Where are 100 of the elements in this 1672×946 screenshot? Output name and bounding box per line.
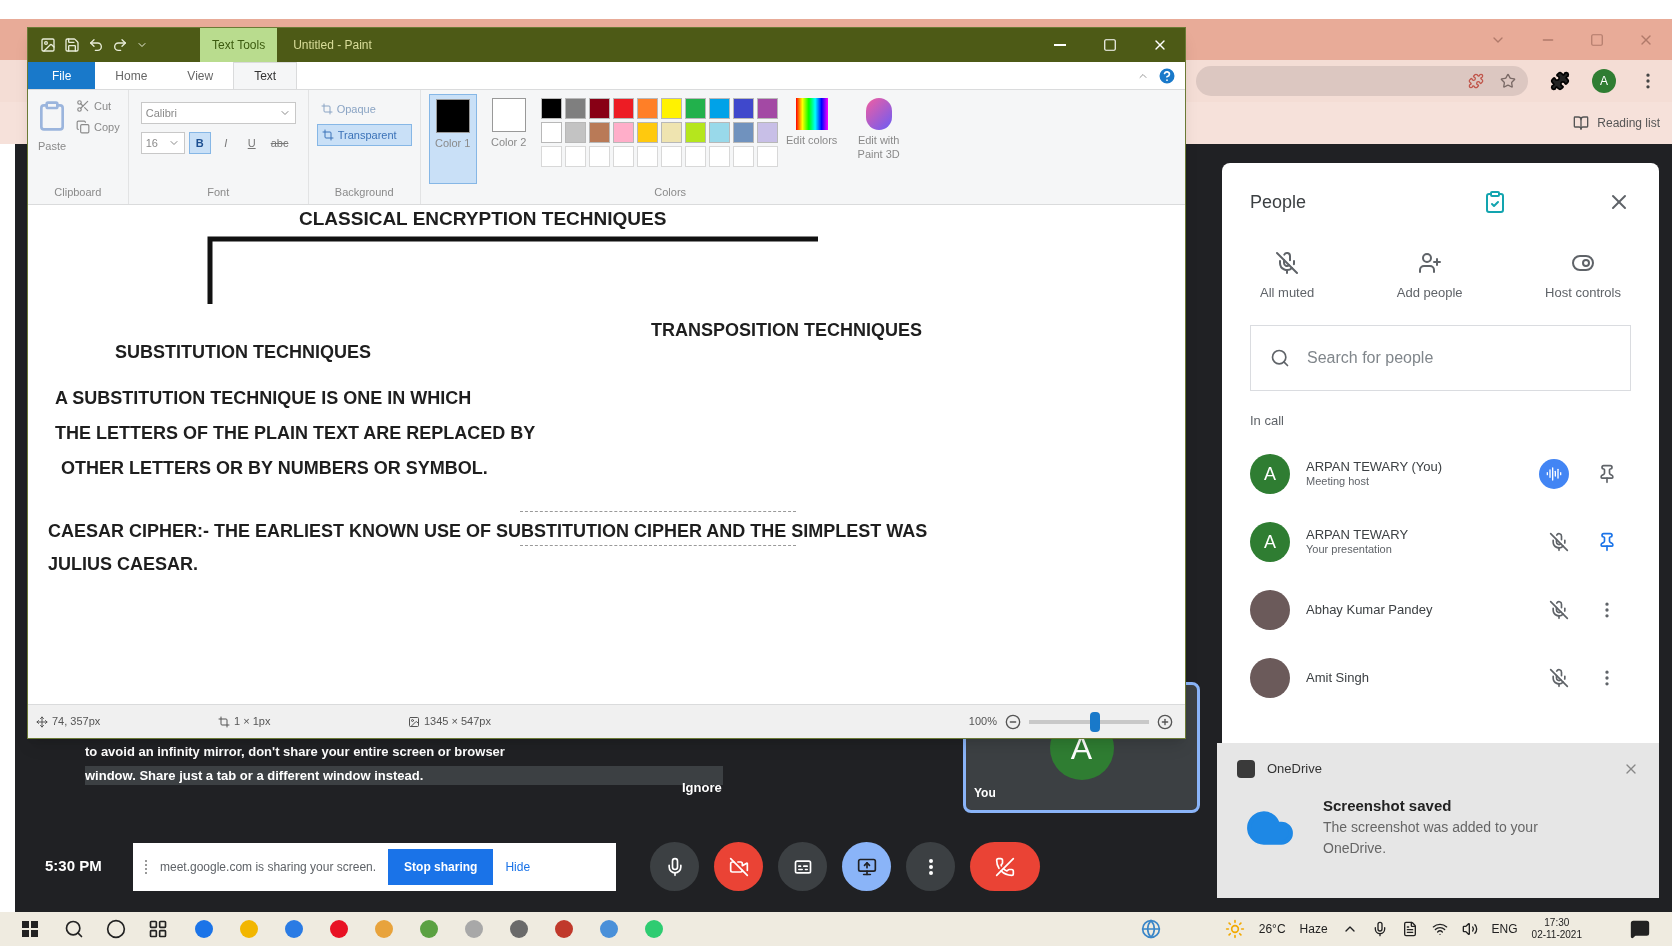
app-icon[interactable] bbox=[465, 920, 483, 938]
palette-swatch[interactable] bbox=[564, 98, 586, 119]
empty-swatch[interactable] bbox=[588, 146, 610, 167]
ribbon-tab[interactable]: View bbox=[167, 62, 234, 89]
start-button[interactable] bbox=[22, 921, 38, 937]
profile-avatar[interactable]: A bbox=[1592, 69, 1616, 93]
pin-icon[interactable] bbox=[1597, 464, 1617, 484]
font-size-dropdown[interactable]: 16 bbox=[140, 132, 185, 154]
paint-3d-button[interactable]: Edit with Paint 3D bbox=[845, 94, 912, 184]
notification-icon[interactable] bbox=[1630, 919, 1650, 939]
help-icon[interactable] bbox=[1157, 65, 1177, 86]
reading-list-button[interactable]: Reading list bbox=[1573, 114, 1660, 132]
ribbon-tab[interactable]: Home bbox=[95, 62, 168, 89]
palette-swatch[interactable] bbox=[756, 98, 778, 119]
palette-swatch[interactable] bbox=[540, 122, 562, 143]
globe-icon[interactable] bbox=[1140, 919, 1161, 939]
checklist-icon[interactable] bbox=[1483, 190, 1507, 214]
leave-icon bbox=[995, 856, 1015, 877]
empty-swatch[interactable] bbox=[564, 146, 586, 167]
extensions-icon[interactable] bbox=[1550, 71, 1570, 91]
canvas[interactable] bbox=[28, 205, 1185, 704]
file-tab[interactable]: File bbox=[28, 62, 96, 89]
people-action-button[interactable]: Add people bbox=[1396, 251, 1463, 303]
empty-swatch[interactable] bbox=[684, 146, 706, 167]
app-icon[interactable] bbox=[285, 920, 303, 938]
palette-swatch[interactable] bbox=[708, 122, 730, 143]
app-icon[interactable] bbox=[600, 920, 618, 938]
avatar-photo-placeholder bbox=[1250, 658, 1290, 698]
font-style-button[interactable]: U bbox=[240, 132, 263, 154]
app-icon[interactable] bbox=[510, 920, 528, 938]
palette-swatch[interactable] bbox=[636, 98, 658, 119]
empty-swatch[interactable] bbox=[708, 146, 730, 167]
palette-swatch[interactable] bbox=[588, 122, 610, 143]
font-style-button[interactable]: I bbox=[214, 132, 237, 154]
undo-icon[interactable] bbox=[88, 37, 104, 53]
palette-swatch[interactable] bbox=[540, 98, 562, 119]
volume-icon[interactable] bbox=[1461, 921, 1478, 937]
save-icon[interactable] bbox=[64, 37, 80, 53]
palette-swatch[interactable] bbox=[612, 122, 634, 143]
palette-swatch[interactable] bbox=[636, 122, 658, 143]
document-icon[interactable] bbox=[1401, 921, 1418, 937]
empty-swatch[interactable] bbox=[732, 146, 754, 167]
ribbon-tab[interactable]: Text bbox=[233, 62, 298, 89]
zoom-slider-thumb[interactable] bbox=[1089, 711, 1100, 732]
group-label: Colors bbox=[653, 184, 688, 200]
cursor-position: 74, 357px bbox=[28, 713, 218, 730]
palette-swatch[interactable] bbox=[684, 98, 706, 119]
palette-swatch[interactable] bbox=[660, 122, 682, 143]
task-view-icon[interactable] bbox=[148, 919, 168, 939]
palette-swatch[interactable] bbox=[756, 122, 778, 143]
empty-swatch[interactable] bbox=[660, 146, 682, 167]
people-action-button[interactable]: Host controls bbox=[1545, 251, 1621, 303]
empty-swatch[interactable] bbox=[636, 146, 658, 167]
bookmark-star-icon[interactable] bbox=[1500, 73, 1516, 89]
palette-swatch[interactable] bbox=[732, 98, 754, 119]
color-slot-button[interactable]: Color 1 bbox=[428, 94, 477, 184]
app-icon[interactable] bbox=[330, 920, 348, 938]
search-icon[interactable] bbox=[64, 919, 84, 939]
participant-name: ARPAN TEWARY (You) bbox=[1306, 459, 1443, 476]
weather-icon[interactable] bbox=[1224, 919, 1245, 939]
font-family-dropdown[interactable]: Calibri bbox=[140, 102, 296, 124]
stop-sharing-button[interactable]: Stop sharing bbox=[388, 848, 494, 885]
background-option[interactable]: Transparent bbox=[316, 124, 412, 146]
palette-swatch[interactable] bbox=[732, 122, 754, 143]
font-style-button[interactable]: abc bbox=[266, 132, 293, 154]
palette-swatch[interactable] bbox=[612, 98, 634, 119]
maximize-icon[interactable] bbox=[1590, 32, 1604, 47]
edit-colors-button[interactable]: Edit colors bbox=[785, 94, 838, 184]
network-icon[interactable] bbox=[1431, 921, 1448, 937]
color-slot-button[interactable]: Color 2 bbox=[484, 94, 533, 184]
zoom-out-icon[interactable] bbox=[1005, 713, 1021, 730]
pin-icon[interactable] bbox=[1597, 532, 1617, 552]
palette-swatch[interactable] bbox=[564, 122, 586, 143]
app-icon[interactable] bbox=[555, 920, 573, 938]
copy-button[interactable]: Copy bbox=[76, 118, 120, 135]
empty-swatch[interactable] bbox=[540, 146, 562, 167]
background-option[interactable]: Opaque bbox=[316, 98, 412, 120]
participant-name: ARPAN TEWARY bbox=[1306, 527, 1409, 544]
extension-icon[interactable] bbox=[1468, 73, 1484, 89]
clock[interactable]: 17:30 02-11-2021 bbox=[1531, 916, 1582, 942]
empty-swatch[interactable] bbox=[756, 146, 778, 167]
cut-button[interactable]: Cut bbox=[76, 98, 120, 115]
search-field[interactable]: Search for people bbox=[1250, 324, 1631, 391]
app-icon[interactable] bbox=[420, 920, 438, 938]
language-indicator[interactable]: ENG bbox=[1491, 920, 1518, 938]
zoom-in-icon[interactable] bbox=[1157, 713, 1173, 730]
font-style-button[interactable]: B bbox=[188, 132, 211, 154]
circle-icon[interactable] bbox=[106, 919, 126, 939]
empty-swatch[interactable] bbox=[612, 146, 634, 167]
people-action-button[interactable]: All muted bbox=[1260, 251, 1315, 303]
paste-button[interactable]: Paste bbox=[36, 98, 68, 184]
drag-handle-icon[interactable] bbox=[145, 859, 148, 874]
redo-icon[interactable] bbox=[112, 37, 128, 53]
palette-swatch[interactable] bbox=[708, 98, 730, 119]
palette-swatch[interactable] bbox=[660, 98, 682, 119]
hide-button[interactable]: Hide bbox=[505, 857, 531, 876]
app-icon[interactable] bbox=[195, 920, 213, 938]
participant-role: Your presentation bbox=[1306, 543, 1393, 557]
palette-swatch[interactable] bbox=[684, 122, 706, 143]
palette-swatch[interactable] bbox=[588, 98, 610, 119]
